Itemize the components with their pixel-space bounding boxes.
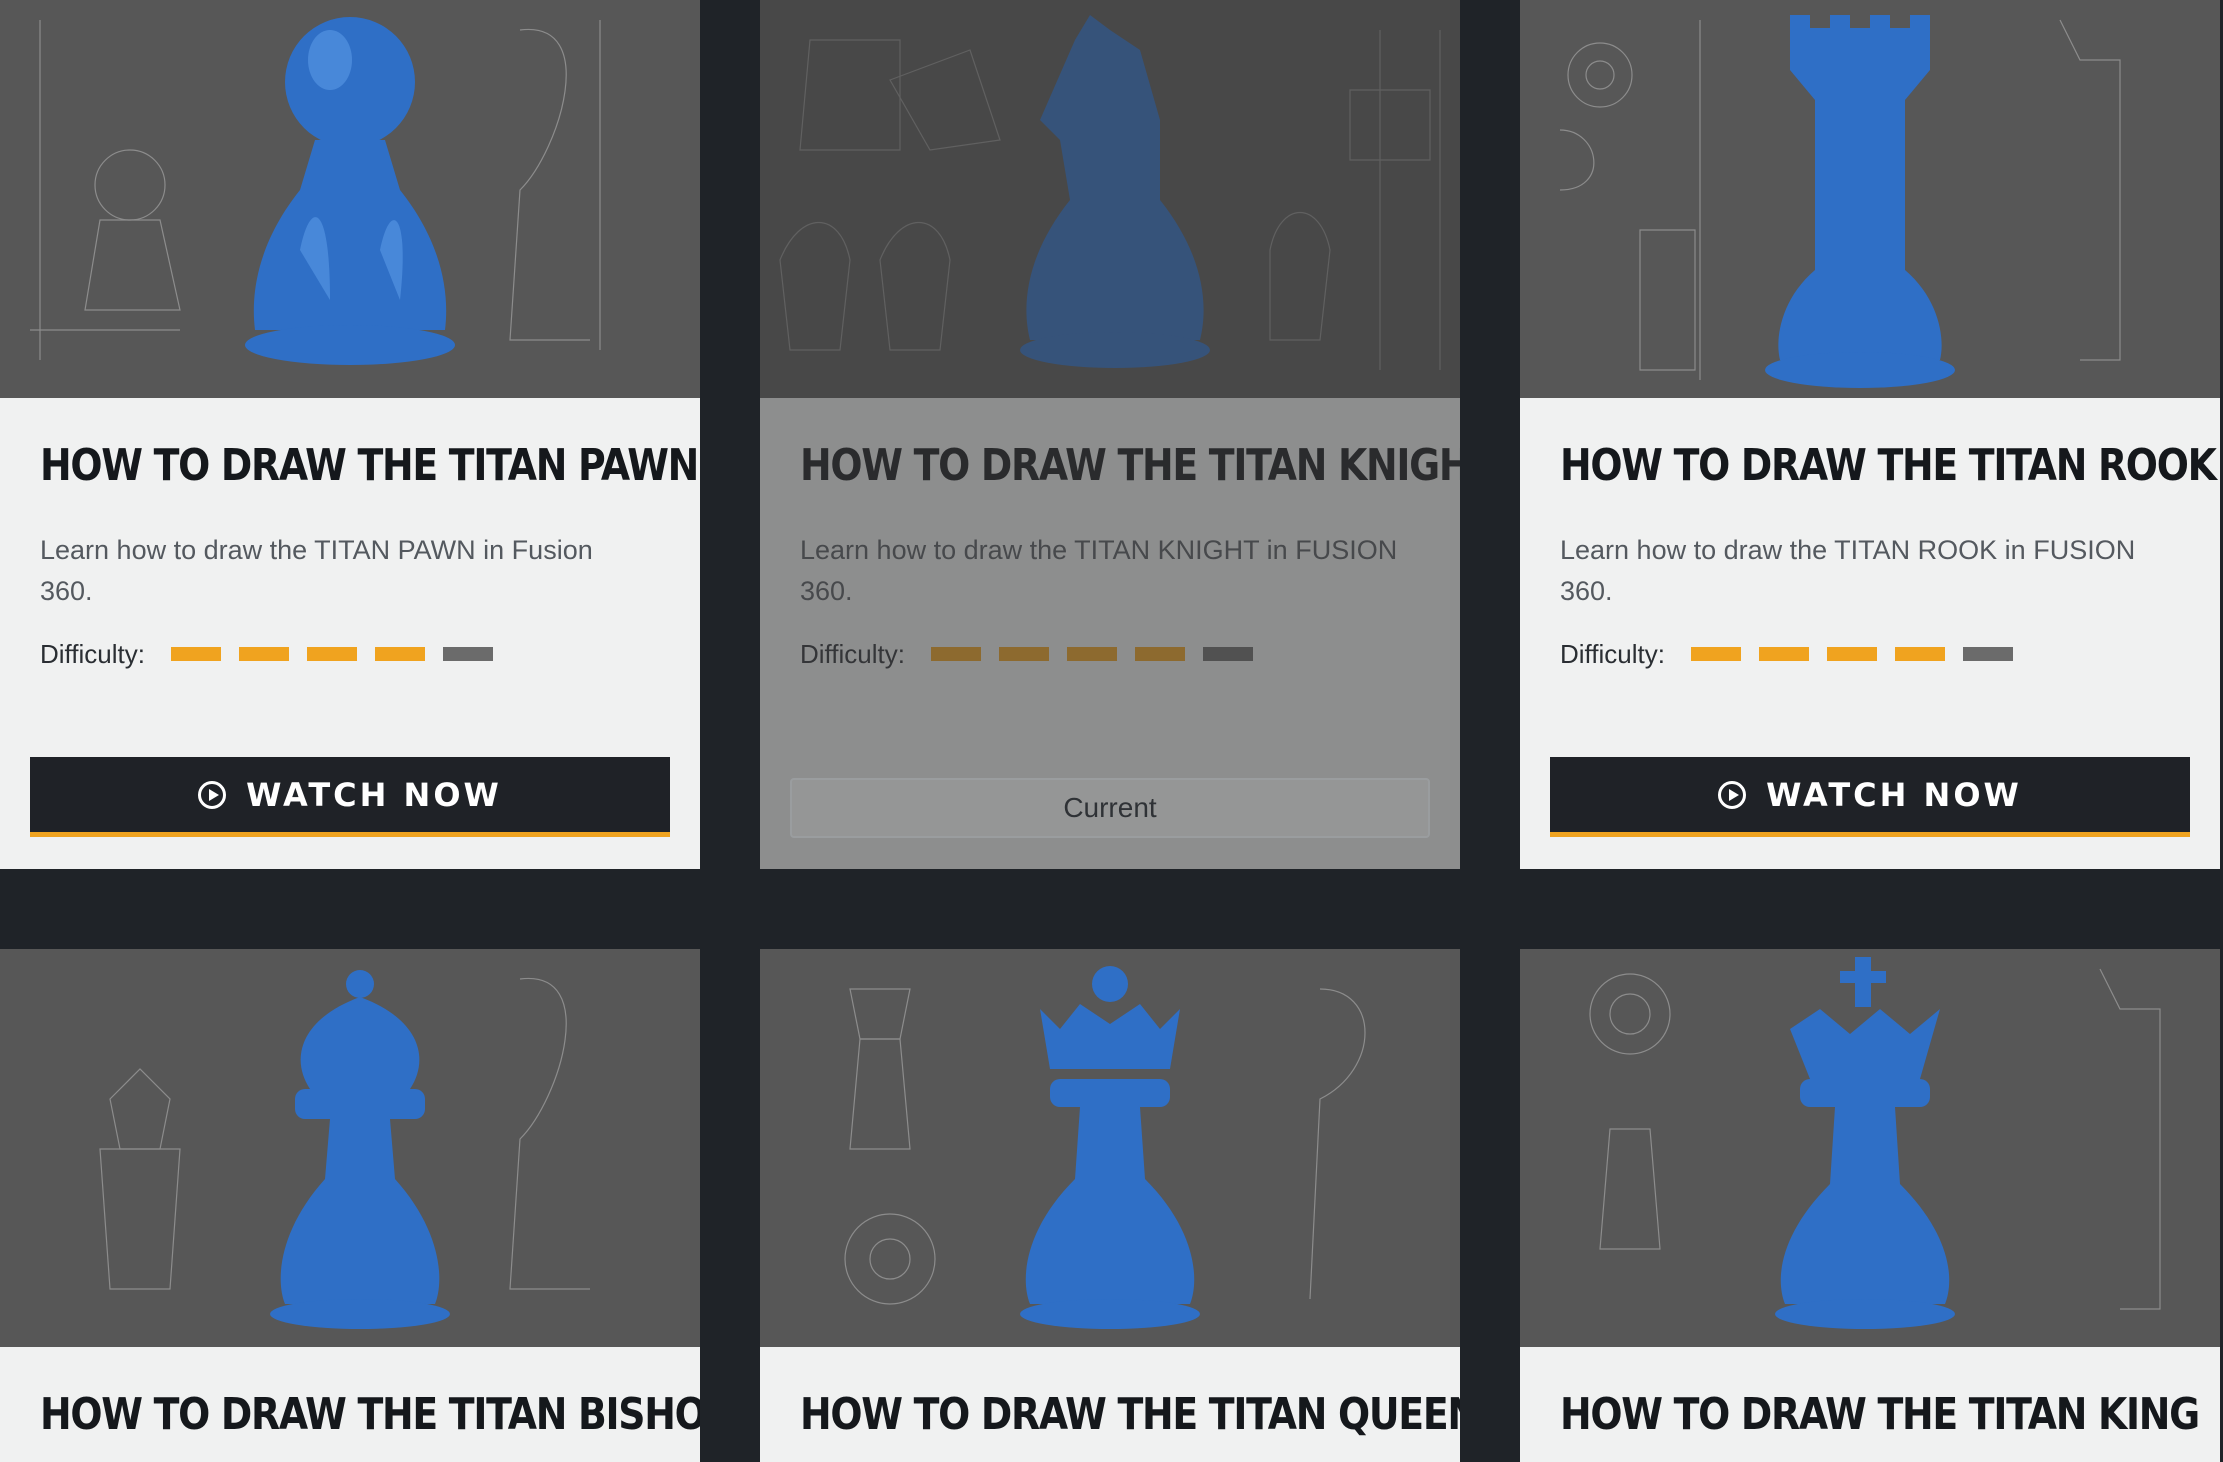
course-card-queen[interactable]: HOW TO DRAW THE TITAN QUEEN xyxy=(760,949,1460,1462)
difficulty-label: Difficulty: xyxy=(40,638,145,669)
play-circle-icon xyxy=(1718,780,1747,809)
difficulty-bar xyxy=(443,647,493,661)
difficulty-rating: Difficulty: xyxy=(800,636,1271,672)
course-card-rook[interactable]: HOW TO DRAW THE TITAN ROOK Learn how to … xyxy=(1520,0,2220,869)
difficulty-bar xyxy=(1827,647,1877,661)
course-title[interactable]: HOW TO DRAW THE TITAN KING xyxy=(1560,1389,2200,1440)
course-card-bishop[interactable]: HOW TO DRAW THE TITAN BISHOP xyxy=(0,949,700,1462)
watch-now-label: WATCH NOW xyxy=(1766,775,2022,814)
course-card-king[interactable]: HOW TO DRAW THE TITAN KING xyxy=(1520,949,2220,1462)
course-title: HOW TO DRAW THE TITAN KNIGHT xyxy=(800,440,1460,491)
difficulty-bar xyxy=(1691,647,1741,661)
difficulty-bar xyxy=(307,647,357,661)
course-card-pawn[interactable]: HOW TO DRAW THE TITAN PAWN Learn how to … xyxy=(0,0,700,869)
difficulty-rating: Difficulty: xyxy=(1560,636,2031,672)
difficulty-bar xyxy=(375,647,425,661)
course-title[interactable]: HOW TO DRAW THE TITAN ROOK xyxy=(1560,440,2217,491)
course-title[interactable]: HOW TO DRAW THE TITAN QUEEN xyxy=(800,1389,1460,1440)
difficulty-rating: Difficulty: xyxy=(40,636,511,672)
watch-now-button[interactable]: WATCH NOW xyxy=(30,757,670,837)
watch-now-label: WATCH NOW xyxy=(246,775,502,814)
difficulty-bar xyxy=(1203,647,1253,661)
course-description: Learn how to draw the TITAN ROOK in FUSI… xyxy=(1560,535,2136,606)
course-description: Learn how to draw the TITAN PAWN in Fusi… xyxy=(40,535,593,606)
difficulty-bar xyxy=(1067,647,1117,661)
course-description: Learn how to draw the TITAN KNIGHT in FU… xyxy=(800,535,1398,606)
current-button[interactable]: Current xyxy=(790,778,1430,838)
difficulty-bar xyxy=(1759,647,1809,661)
knight-thumbnail xyxy=(760,0,1460,398)
difficulty-bar xyxy=(1963,647,2013,661)
difficulty-bar xyxy=(239,647,289,661)
difficulty-bar xyxy=(1895,647,1945,661)
difficulty-bar xyxy=(1135,647,1185,661)
difficulty-bar xyxy=(999,647,1049,661)
watch-now-button[interactable]: WATCH NOW xyxy=(1550,757,2190,837)
difficulty-bar xyxy=(171,647,221,661)
course-title[interactable]: HOW TO DRAW THE TITAN PAWN xyxy=(40,440,699,491)
bishop-thumbnail[interactable] xyxy=(0,949,700,1347)
king-thumbnail[interactable] xyxy=(1520,949,2220,1347)
difficulty-bar xyxy=(931,647,981,661)
difficulty-label: Difficulty: xyxy=(1560,638,1665,669)
course-card-knight: HOW TO DRAW THE TITAN KNIGHT Learn how t… xyxy=(760,0,1460,869)
difficulty-label: Difficulty: xyxy=(800,638,905,669)
course-title[interactable]: HOW TO DRAW THE TITAN BISHOP xyxy=(40,1389,700,1440)
pawn-thumbnail[interactable] xyxy=(0,0,700,398)
play-circle-icon xyxy=(198,780,227,809)
queen-thumbnail[interactable] xyxy=(760,949,1460,1347)
rook-thumbnail[interactable] xyxy=(1520,0,2220,398)
